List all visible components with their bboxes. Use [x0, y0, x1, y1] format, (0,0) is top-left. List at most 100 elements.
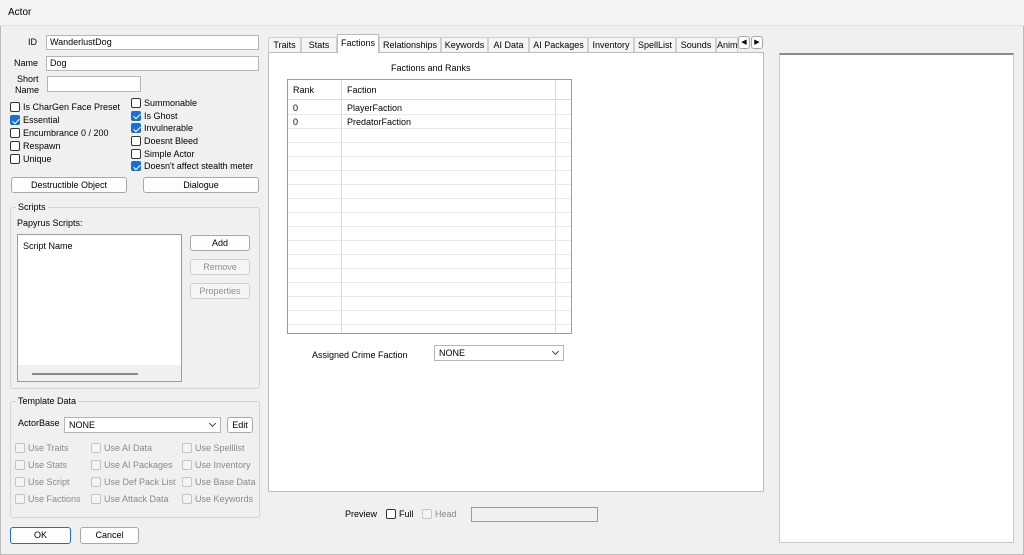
scrollbar-thumb[interactable] — [32, 373, 138, 375]
faction-column-header[interactable]: Faction — [347, 85, 377, 95]
checkbox-doesnt-bleed[interactable]: Doesnt Bleed — [131, 135, 253, 147]
checkbox-encumbrance-0-200[interactable]: Encumbrance 0 / 200 — [10, 127, 120, 139]
checkbox-box[interactable] — [422, 509, 432, 519]
checkbox-box[interactable] — [15, 477, 25, 487]
checkbox-box[interactable] — [15, 460, 25, 470]
checkbox-use-script[interactable]: Use Script — [15, 476, 70, 488]
checkbox-use-def-pack-list[interactable]: Use Def Pack List — [91, 476, 176, 488]
checkbox-box[interactable] — [182, 443, 192, 453]
scripts-list[interactable]: Script Name — [17, 234, 182, 382]
grid-line — [288, 310, 571, 311]
checkbox-invulnerable[interactable]: Invulnerable — [131, 122, 253, 134]
checkbox-box[interactable] — [91, 460, 101, 470]
ok-button[interactable]: OK — [10, 527, 71, 544]
preview-full-checkbox[interactable]: Full — [386, 508, 414, 520]
actorbase-edit-button[interactable]: Edit — [227, 417, 253, 433]
tab-ai-packages[interactable]: AI Packages — [529, 37, 588, 52]
crime-faction-select[interactable]: NONE — [434, 345, 564, 361]
checkbox-box[interactable] — [10, 154, 20, 164]
tab-scroll-left-button[interactable]: ◀ — [738, 36, 750, 49]
dialogue-button[interactable]: Dialogue — [143, 177, 259, 193]
tab-traits[interactable]: Traits — [268, 37, 301, 52]
checkbox-use-ai-packages[interactable]: Use AI Packages — [91, 459, 173, 471]
tab-spelllist[interactable]: SpellList — [634, 37, 676, 52]
scripts-hscrollbar[interactable] — [18, 365, 181, 381]
template-data-label: Template Data — [16, 396, 79, 406]
checkbox-use-factions[interactable]: Use Factions — [15, 493, 81, 505]
name-field[interactable]: Dog — [46, 56, 259, 71]
tab-scroll-right-button[interactable]: ▶ — [751, 36, 763, 49]
checkbox-box[interactable] — [15, 443, 25, 453]
tab-factions[interactable]: Factions — [337, 34, 379, 53]
grid-line — [288, 128, 571, 129]
checkbox-doesn-t-affect-stealth-meter[interactable]: Doesn't affect stealth meter — [131, 160, 253, 172]
checkbox-box[interactable] — [131, 148, 141, 159]
id-label: ID — [28, 37, 37, 47]
factions-list[interactable]: Rank Faction 0 PlayerFaction 0 PredatorFact… — [287, 79, 572, 334]
tab-keywords[interactable]: Keywords — [441, 37, 488, 52]
checkbox-use-spelllist[interactable]: Use Spelllist — [182, 442, 245, 454]
checkbox-label: Unique — [23, 154, 52, 164]
checkbox-box[interactable] — [91, 477, 101, 487]
checkbox-label: Doesnt Bleed — [144, 136, 199, 147]
checkbox-box[interactable] — [10, 141, 20, 151]
checkbox-box[interactable] — [131, 98, 141, 108]
remove-script-button[interactable]: Remove — [190, 259, 250, 275]
full-label: Full — [399, 509, 414, 519]
checkbox-unique[interactable]: Unique — [10, 153, 120, 165]
script-properties-button[interactable]: Properties — [190, 283, 250, 299]
table-row[interactable]: 0 PredatorFaction — [288, 115, 555, 128]
checkbox-summonable[interactable]: Summonable — [131, 97, 253, 109]
short-name-label-1: Short — [17, 74, 39, 84]
grid-line — [288, 184, 571, 185]
cancel-button[interactable]: Cancel — [80, 527, 139, 544]
checkbox-is-chargen-face-preset[interactable]: Is CharGen Face Preset — [10, 101, 120, 113]
checkbox-box[interactable] — [182, 460, 192, 470]
checkbox-box[interactable] — [10, 128, 20, 138]
checkbox-label: Essential — [23, 115, 60, 125]
checkbox-use-ai-data[interactable]: Use AI Data — [91, 442, 152, 454]
script-name-column[interactable]: Script Name — [23, 241, 73, 251]
chevron-down-icon — [208, 419, 217, 428]
tab-inventory[interactable]: Inventory — [588, 37, 634, 52]
preview-head-checkbox[interactable]: Head — [422, 508, 457, 520]
preview-slider-field[interactable] — [471, 507, 598, 522]
checkbox-respawn[interactable]: Respawn — [10, 140, 120, 152]
checkbox-box[interactable] — [91, 494, 101, 504]
checkbox-box[interactable] — [10, 102, 20, 112]
checkbox-use-traits[interactable]: Use Traits — [15, 442, 69, 454]
checkbox-box[interactable] — [91, 443, 101, 453]
checkbox-box[interactable] — [15, 494, 25, 504]
checkbox-use-stats[interactable]: Use Stats — [15, 459, 67, 471]
checkbox-box[interactable] — [182, 477, 192, 487]
checkbox-use-inventory[interactable]: Use Inventory — [182, 459, 251, 471]
checkbox-label: Use Stats — [28, 460, 68, 470]
checkbox-use-keywords[interactable]: Use Keywords — [182, 493, 253, 505]
id-field[interactable]: WanderlustDog — [46, 35, 259, 50]
checkbox-box[interactable] — [131, 161, 141, 172]
tab-sounds[interactable]: Sounds — [676, 37, 716, 52]
checkbox-box[interactable] — [131, 110, 141, 121]
checkbox-essential[interactable]: Essential — [10, 114, 120, 126]
checkbox-box[interactable] — [182, 494, 192, 504]
tab-ai-data[interactable]: AI Data — [488, 37, 529, 52]
preview-pane[interactable] — [779, 53, 1014, 543]
add-script-button[interactable]: Add — [190, 235, 250, 251]
table-row[interactable]: 0 PlayerFaction — [288, 101, 555, 114]
tab-relationships[interactable]: Relationships — [379, 37, 441, 52]
checkbox-simple-actor[interactable]: Simple Actor — [131, 148, 253, 160]
tab-anim[interactable]: Anim — [716, 37, 738, 52]
actorbase-select[interactable]: NONE — [64, 417, 221, 433]
checkbox-use-base-data[interactable]: Use Base Data — [182, 476, 256, 488]
tab-stats[interactable]: Stats — [301, 37, 337, 52]
checkbox-box[interactable] — [10, 115, 20, 125]
checkbox-is-ghost[interactable]: Is Ghost — [131, 110, 253, 122]
short-name-field[interactable] — [47, 76, 141, 92]
checkbox-box[interactable] — [386, 509, 396, 519]
rank-column-header[interactable]: Rank — [293, 85, 314, 95]
destructible-object-button[interactable]: Destructible Object — [11, 177, 127, 193]
checkbox-box[interactable] — [131, 123, 141, 134]
checkbox-box[interactable] — [131, 136, 141, 147]
chevron-down-icon — [551, 347, 560, 356]
checkbox-use-attack-data[interactable]: Use Attack Data — [91, 493, 169, 505]
